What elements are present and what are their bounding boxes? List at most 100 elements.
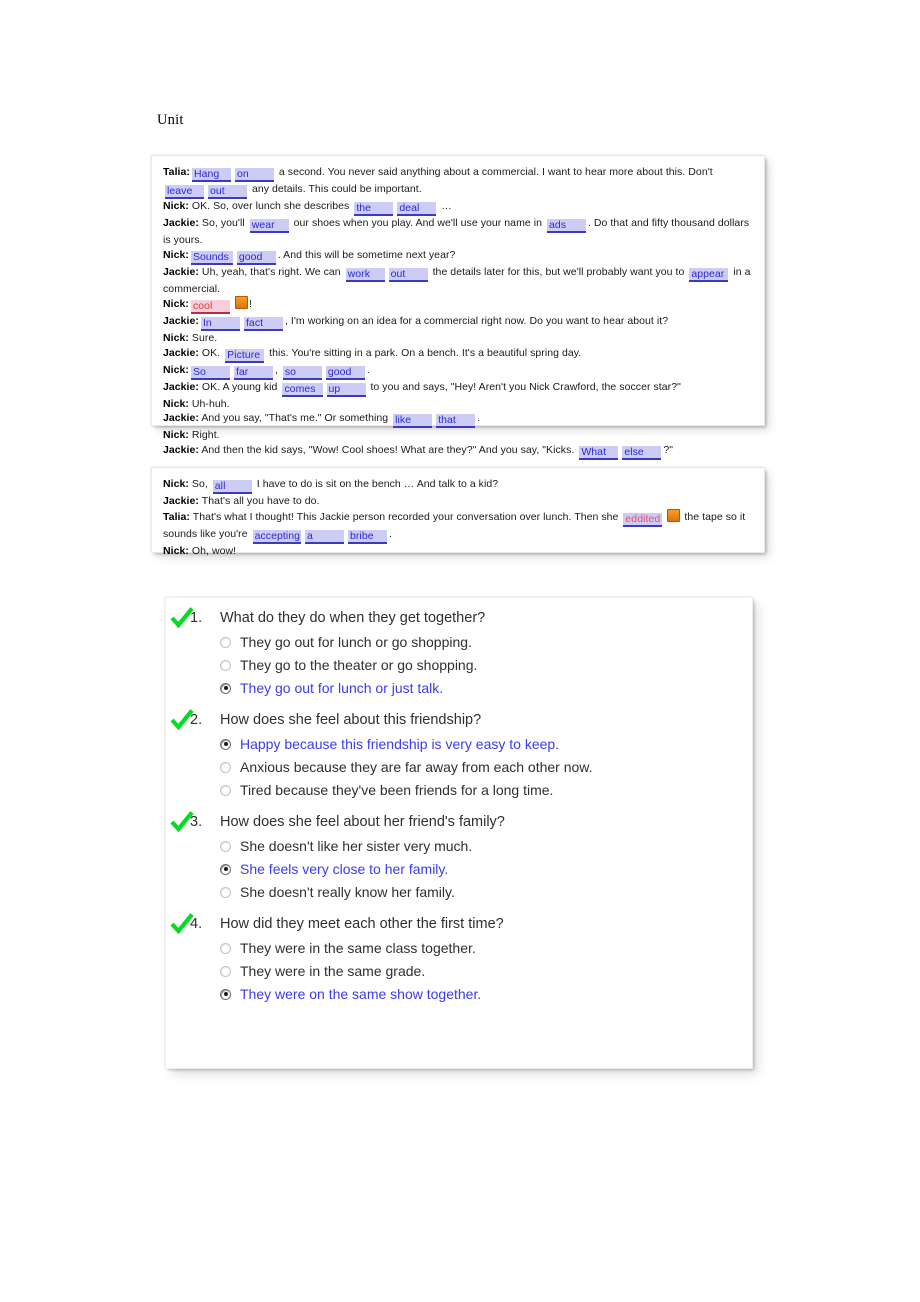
quiz-question-header: 3. How does she feel about her friend's f… <box>166 811 752 834</box>
dialogue-text: Sure. <box>188 332 218 345</box>
dialogue-speaker-label: Nick: <box>163 397 189 410</box>
quiz-option[interactable]: She feels very close to her family. <box>166 861 752 877</box>
quiz-option-label: They go out for lunch or just talk. <box>240 680 444 696</box>
quiz-option[interactable]: They were in the same grade. <box>166 963 752 979</box>
answer-blank[interactable]: bribe <box>348 529 387 544</box>
quiz-option-label: They were on the same show together. <box>240 986 482 1002</box>
quiz-option[interactable]: Tired because they've been friends for a… <box>166 782 752 798</box>
dialogue-line: Jackie: OK. Picture this. You're sitting… <box>163 346 753 363</box>
dialogue-text: , <box>274 363 281 376</box>
answer-blank[interactable]: like <box>393 414 433 429</box>
answer-blank[interactable]: all <box>212 480 252 494</box>
quiz-question-number: 2. <box>190 712 203 728</box>
answer-blank[interactable]: up <box>326 382 366 397</box>
dialogue-text: OK. So, over lunch she describes <box>188 200 353 212</box>
answer-blank[interactable]: wear <box>249 219 289 233</box>
answer-blank[interactable]: In <box>200 317 240 332</box>
answer-blank[interactable]: leave <box>165 185 204 199</box>
answer-blank[interactable]: accepting <box>252 529 301 544</box>
answer-blank[interactable]: out <box>388 267 428 282</box>
dialogue-line: Jackie: So, you'll wear our shoes when y… <box>163 216 753 248</box>
answer-blank[interactable]: a <box>305 529 344 544</box>
dialogue-line: Nick: Uh-huh. <box>163 397 753 412</box>
answer-blank[interactable]: comes <box>282 382 323 397</box>
radio-button[interactable] <box>220 965 231 977</box>
spelling-error-token[interactable]: cool <box>190 300 230 315</box>
dialogue-line: Nick: So far , so good . <box>163 363 753 380</box>
dialogue-text: . <box>366 363 370 376</box>
dialogue-line: Jackie: OK. A young kid comes up to you … <box>163 380 753 397</box>
quiz-option[interactable]: She doesn't really know her family. <box>166 884 752 900</box>
answer-blank[interactable]: far <box>233 365 273 380</box>
quiz-option-list: She doesn't like her sister very much. Sh… <box>166 838 752 900</box>
quiz-option[interactable]: Anxious because they are far away from e… <box>166 759 752 775</box>
answer-blank[interactable]: on <box>234 168 274 182</box>
radio-button-selected[interactable] <box>220 738 231 750</box>
dialogue-text: , I'm working on an idea for a commercia… <box>284 315 669 328</box>
quiz-option[interactable]: They go to the theater or go shopping. <box>166 657 752 673</box>
answer-blank[interactable]: good <box>236 250 276 265</box>
answer-blank[interactable]: fact <box>243 317 283 332</box>
radio-button-selected[interactable] <box>220 988 231 1000</box>
smart-tag-icon[interactable] <box>234 296 248 310</box>
quiz-option-label: She doesn't really know her family. <box>240 884 455 900</box>
radio-button[interactable] <box>220 636 231 648</box>
answer-blank[interactable]: appear <box>689 267 729 282</box>
dialogue-transcript-panel-2: Nick: So, all I have to do is sit on the… <box>152 468 764 557</box>
quiz-option[interactable]: Happy because this friendship is very ea… <box>166 736 752 752</box>
quiz-question-header: 2. How does she feel about this friendshi… <box>166 709 752 732</box>
quiz-question-number: 3. <box>190 814 203 830</box>
answer-blank[interactable]: so <box>282 365 322 380</box>
dialogue-text: So, you'll <box>198 217 248 229</box>
quiz-option[interactable]: They go out for lunch or just talk. <box>166 680 752 696</box>
answer-blank[interactable]: Sounds <box>190 250 233 265</box>
radio-button-selected[interactable] <box>220 863 231 875</box>
answer-blank[interactable]: So <box>190 365 230 380</box>
dialogue-speaker-label: Jackie: <box>163 443 199 456</box>
dialogue-text: . And this will be sometime next year? <box>277 248 456 261</box>
dialogue-line: Jackie: Uh, yeah, that's right. We can w… <box>163 265 753 297</box>
smart-tag-icon[interactable] <box>667 508 681 522</box>
quiz-option-label: They were in the same grade. <box>240 963 426 979</box>
answer-blank[interactable]: else <box>622 445 662 460</box>
quiz-option[interactable]: They were in the same class together. <box>166 940 752 956</box>
quiz-option-label: They were in the same class together. <box>240 940 476 956</box>
dialogue-text: That's all you have to do. <box>198 495 320 507</box>
quiz-question: 3. How does she feel about her friend's f… <box>166 811 752 900</box>
spelling-error-token[interactable]: eddited <box>623 512 663 527</box>
quiz-option-label: She doesn't like her sister very much. <box>240 838 473 854</box>
dialogue-text: … <box>438 200 452 212</box>
dialogue-text: Oh, wow! <box>188 544 237 557</box>
quiz-question-header: 1. What do they do when they get together… <box>166 607 752 630</box>
answer-blank[interactable]: that <box>436 414 476 429</box>
quiz-question-text: How does she feel about this friendship? <box>220 712 482 728</box>
radio-button[interactable] <box>220 784 231 796</box>
quiz-option[interactable]: She doesn't like her sister very much. <box>166 838 752 854</box>
quiz-question: 1. What do they do when they get together… <box>166 607 752 696</box>
answer-blank[interactable]: ads <box>546 219 586 233</box>
quiz-question-text: How does she feel about her friend's fam… <box>220 814 505 830</box>
quiz-option[interactable]: They were on the same show together. <box>166 986 752 1002</box>
answer-blank[interactable]: What <box>579 445 619 460</box>
dialogue-text: And you say, "That's me." Or something <box>198 412 392 425</box>
radio-button[interactable] <box>220 840 231 852</box>
answer-blank[interactable]: Picture <box>225 348 265 363</box>
radio-button-selected[interactable] <box>220 682 231 694</box>
quiz-question-list: 1. What do they do when they get together… <box>166 598 752 1002</box>
dialogue-text: any details. This could be important. <box>249 183 422 195</box>
answer-blank[interactable]: deal <box>397 202 437 216</box>
answer-blank[interactable]: the <box>354 202 394 216</box>
answer-blank[interactable]: Hang <box>191 168 231 182</box>
dialogue-speaker-label: Nick: <box>163 478 189 490</box>
dialogue-speaker-label: Nick: <box>163 544 189 557</box>
radio-button[interactable] <box>220 886 231 898</box>
answer-blank[interactable]: out <box>208 185 247 199</box>
quiz-option[interactable]: They go out for lunch or go shopping. <box>166 634 752 650</box>
radio-button[interactable] <box>220 761 231 773</box>
radio-button[interactable] <box>220 942 231 954</box>
quiz-option-label: Tired because they've been friends for a… <box>240 782 554 798</box>
radio-button[interactable] <box>220 659 231 671</box>
answer-blank[interactable]: work <box>345 267 385 282</box>
dialogue-text: to you and says, "Hey! Aren't you Nick C… <box>367 380 681 393</box>
answer-blank[interactable]: good <box>325 365 365 380</box>
